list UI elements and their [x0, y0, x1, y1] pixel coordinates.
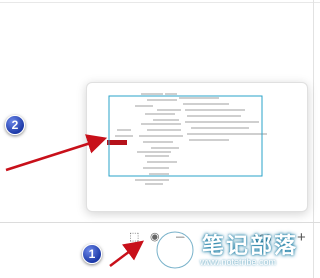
- watermark-url: www.notetribe.com: [200, 257, 277, 267]
- marker-2: 2: [5, 115, 25, 135]
- select-cursor-icon[interactable]: ⬚: [129, 231, 139, 243]
- watermark-title: 笔记部落: [202, 233, 299, 258]
- minimap-content: [107, 93, 267, 185]
- watermark: 笔记部落 www.notetribe.com: [152, 224, 320, 278]
- marker-1: 1: [82, 244, 102, 264]
- minimap-navigator[interactable]: [86, 82, 308, 212]
- watermark-logo-icon: [155, 230, 195, 270]
- top-divider: [0, 2, 320, 3]
